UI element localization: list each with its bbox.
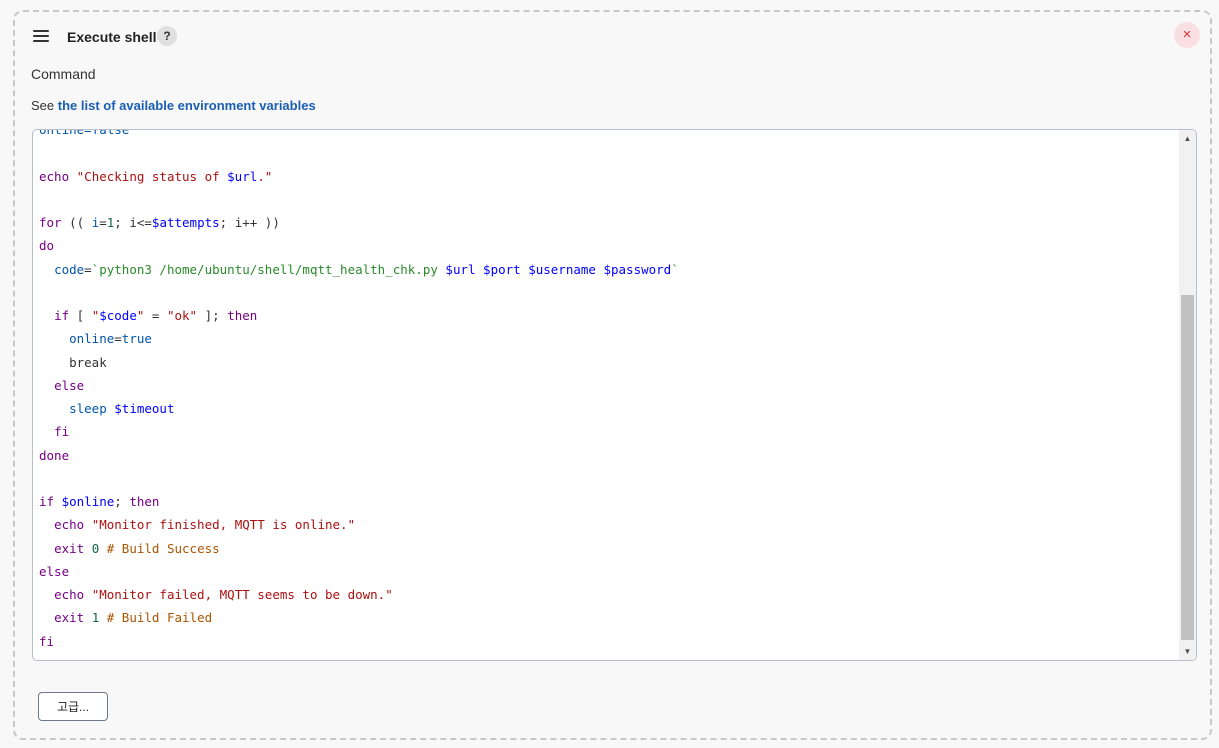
code-line: sleep $timeout bbox=[39, 397, 679, 420]
code-line: else bbox=[39, 560, 679, 583]
code-line: online=false bbox=[39, 130, 679, 141]
env-vars-link[interactable]: the list of available environment variab… bbox=[58, 98, 316, 113]
code-token: ." bbox=[257, 168, 273, 184]
code-line: fi bbox=[39, 630, 679, 653]
scroll-down-arrow-icon[interactable]: ▼ bbox=[1179, 643, 1196, 660]
close-button[interactable]: × bbox=[1174, 22, 1200, 48]
code-token: # Build Success bbox=[99, 540, 220, 556]
code-token: if bbox=[54, 308, 70, 323]
code-token: ; i++ )) bbox=[219, 215, 280, 230]
code-token: ; bbox=[114, 494, 130, 509]
code-token: $url bbox=[227, 168, 258, 184]
scroll-up-arrow-icon[interactable]: ▲ bbox=[1179, 130, 1196, 147]
code-token: online bbox=[69, 331, 115, 347]
code-token: "Monitor finished, MQTT is online." bbox=[91, 517, 356, 533]
code-token: ; i<= bbox=[114, 215, 152, 230]
code-token: sleep bbox=[69, 401, 115, 416]
code-line: online=true bbox=[39, 327, 679, 350]
code-token: [ bbox=[69, 308, 92, 323]
command-label: Command bbox=[31, 66, 96, 82]
code-token: ` bbox=[671, 261, 679, 277]
code-token: # Build Failed bbox=[99, 610, 213, 626]
code-token: (( bbox=[61, 215, 92, 230]
code-line: do bbox=[39, 234, 679, 257]
code-token: fi bbox=[39, 633, 55, 649]
code-line: code=`python3 /home/ubuntu/shell/mqtt_he… bbox=[39, 258, 679, 281]
code-token: "Checking status of bbox=[76, 168, 228, 184]
code-token: $url $port $username $password bbox=[445, 261, 672, 277]
drag-handle-icon[interactable] bbox=[33, 30, 49, 44]
help-button[interactable]: ? bbox=[157, 26, 177, 46]
code-token: "Monitor failed, MQTT seems to be down." bbox=[91, 587, 393, 602]
code-token: `python3 /home/ubuntu/shell/mqtt_health_… bbox=[91, 261, 446, 277]
code-token: if bbox=[39, 494, 55, 509]
code-token: done bbox=[39, 447, 70, 463]
code-line: else bbox=[39, 374, 679, 397]
code-line: echo "Monitor failed, MQTT seems to be d… bbox=[39, 583, 679, 606]
code-content: online=false echo "Checking status of $u… bbox=[39, 130, 679, 653]
code-line: exit 0 # Build Success bbox=[39, 537, 679, 560]
step-title: Execute shell bbox=[67, 29, 157, 45]
code-line: if $online; then bbox=[39, 490, 679, 513]
code-line: break bbox=[39, 351, 679, 374]
code-token: $attempts bbox=[151, 215, 220, 230]
code-token: break bbox=[39, 354, 107, 370]
code-token: = bbox=[144, 308, 167, 323]
code-line: if [ "$code" = "ok" ]; then bbox=[39, 304, 679, 327]
code-area[interactable]: online=false echo "Checking status of $u… bbox=[33, 130, 1178, 660]
scrollbar-thumb[interactable] bbox=[1181, 295, 1194, 640]
code-token: for bbox=[39, 215, 62, 230]
code-line: echo "Checking status of $url." bbox=[39, 165, 679, 188]
code-token: echo bbox=[39, 168, 77, 184]
env-vars-hint: See the list of available environment va… bbox=[31, 98, 316, 113]
code-token: then bbox=[129, 494, 160, 509]
code-token: $code bbox=[99, 308, 137, 323]
code-token: then bbox=[227, 308, 258, 323]
code-token: ]; bbox=[197, 308, 228, 323]
code-token: exit bbox=[54, 540, 92, 556]
code-token: true bbox=[121, 331, 152, 347]
code-token: else bbox=[54, 377, 85, 393]
code-token: do bbox=[39, 238, 55, 254]
code-token: = bbox=[114, 331, 122, 347]
code-token: "ok" bbox=[166, 308, 198, 323]
code-line: fi bbox=[39, 420, 679, 443]
env-vars-prefix: See bbox=[31, 98, 58, 113]
code-line: done bbox=[39, 444, 679, 467]
code-token: $online bbox=[61, 494, 115, 509]
code-token: exit bbox=[54, 610, 92, 626]
code-token: = bbox=[84, 261, 92, 277]
code-token: online=false bbox=[39, 130, 129, 137]
code-line: echo "Monitor finished, MQTT is online." bbox=[39, 513, 679, 536]
code-token: echo bbox=[54, 587, 92, 602]
advanced-button[interactable]: 고급... bbox=[38, 692, 108, 721]
code-token: fi bbox=[54, 424, 70, 440]
code-token: echo bbox=[54, 517, 92, 533]
code-token: = bbox=[99, 215, 107, 230]
editor-scrollbar[interactable]: ▲ ▼ bbox=[1179, 130, 1196, 660]
code-line: for (( i=1; i<=$attempts; i++ )) bbox=[39, 211, 679, 234]
command-editor[interactable]: online=false echo "Checking status of $u… bbox=[32, 129, 1197, 661]
execute-shell-step-panel: Execute shell ? × Command See the list o… bbox=[13, 10, 1212, 740]
code-token: code bbox=[54, 261, 85, 277]
code-line: exit 1 # Build Failed bbox=[39, 606, 679, 629]
code-token: else bbox=[39, 563, 70, 579]
code-token: $timeout bbox=[114, 401, 175, 416]
